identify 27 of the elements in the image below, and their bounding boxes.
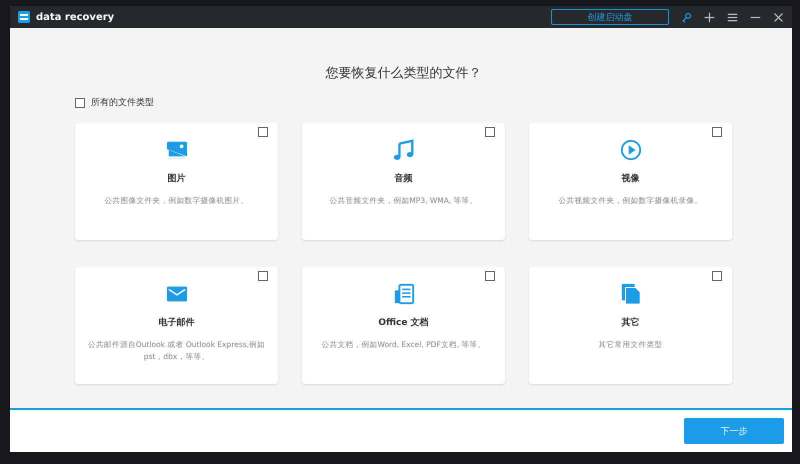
create-boot-disk-button[interactable]: 创建启动盘: [551, 9, 669, 25]
close-icon[interactable]: [773, 12, 784, 22]
checkbox[interactable]: [485, 127, 495, 137]
checkbox[interactable]: [258, 127, 268, 137]
add-icon[interactable]: [704, 12, 715, 22]
checkbox[interactable]: [712, 271, 722, 281]
logo-icon: [18, 11, 30, 23]
card-title: 电子邮件: [158, 316, 194, 329]
document-icon: [392, 283, 414, 305]
card-title: 视像: [622, 172, 640, 185]
card-title: 其它: [622, 316, 640, 329]
menu-icon[interactable]: [727, 12, 738, 22]
checkbox[interactable]: [75, 98, 85, 108]
card-title: Office 文档: [378, 316, 429, 329]
checkbox-label: 所有的文件类型: [91, 96, 154, 109]
checkbox[interactable]: [258, 271, 268, 281]
card-title: 音频: [394, 172, 412, 185]
music-note-icon: [392, 139, 414, 161]
play-icon: [620, 139, 642, 161]
key-icon[interactable]: [681, 12, 692, 22]
files-icon: [620, 283, 642, 305]
checkbox[interactable]: [712, 127, 722, 137]
page-heading: 您要恢复什么类型的文件？: [324, 65, 482, 82]
checkbox[interactable]: [485, 271, 495, 281]
picture-icon: [166, 139, 188, 161]
window-title: data recovery: [36, 12, 114, 22]
card-title: 图片: [168, 172, 186, 185]
